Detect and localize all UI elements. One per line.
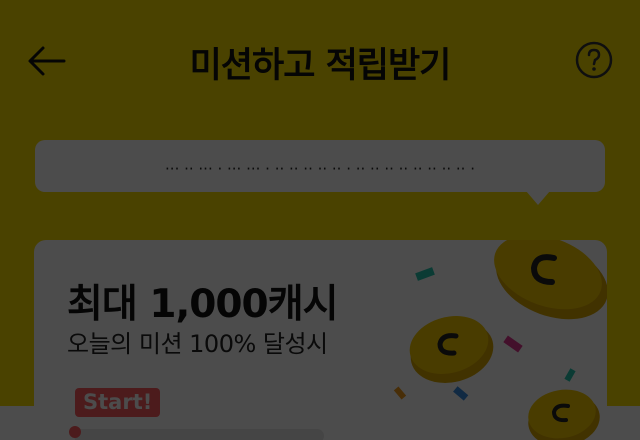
start-badge: Start! <box>75 388 161 417</box>
info-tooltip: ··· ·· ··· · ··· ··· · ·· ·· ·· ·· ·· · … <box>35 140 605 192</box>
help-button[interactable] <box>574 40 614 80</box>
tooltip-tail <box>526 191 550 205</box>
header: 미션하고 적립받기 <box>0 0 640 120</box>
coin-icon <box>409 316 494 383</box>
mission-reward-screen: 미션하고 적립받기 ··· ·· ··· · ··· ··· · ·· ·· ·… <box>0 0 640 440</box>
coin-icon <box>494 240 607 320</box>
mission-progress-bar <box>74 429 324 440</box>
page-title: 미션하고 적립받기 <box>189 46 452 86</box>
card-title: 최대 1,000캐시 <box>67 282 338 327</box>
card-subtitle: 오늘의 미션 100% 달성시 <box>67 330 328 358</box>
coin-icon <box>528 389 600 440</box>
mission-card[interactable]: 최대 1,000캐시 오늘의 미션 100% 달성시 Start! <box>34 240 607 440</box>
question-circle-icon <box>575 41 613 79</box>
tooltip-text: ··· ·· ··· · ··· ··· · ·· ·· ·· ·· ·· · … <box>165 160 475 178</box>
progress-marker <box>69 426 81 438</box>
coins-illustration <box>393 240 607 440</box>
